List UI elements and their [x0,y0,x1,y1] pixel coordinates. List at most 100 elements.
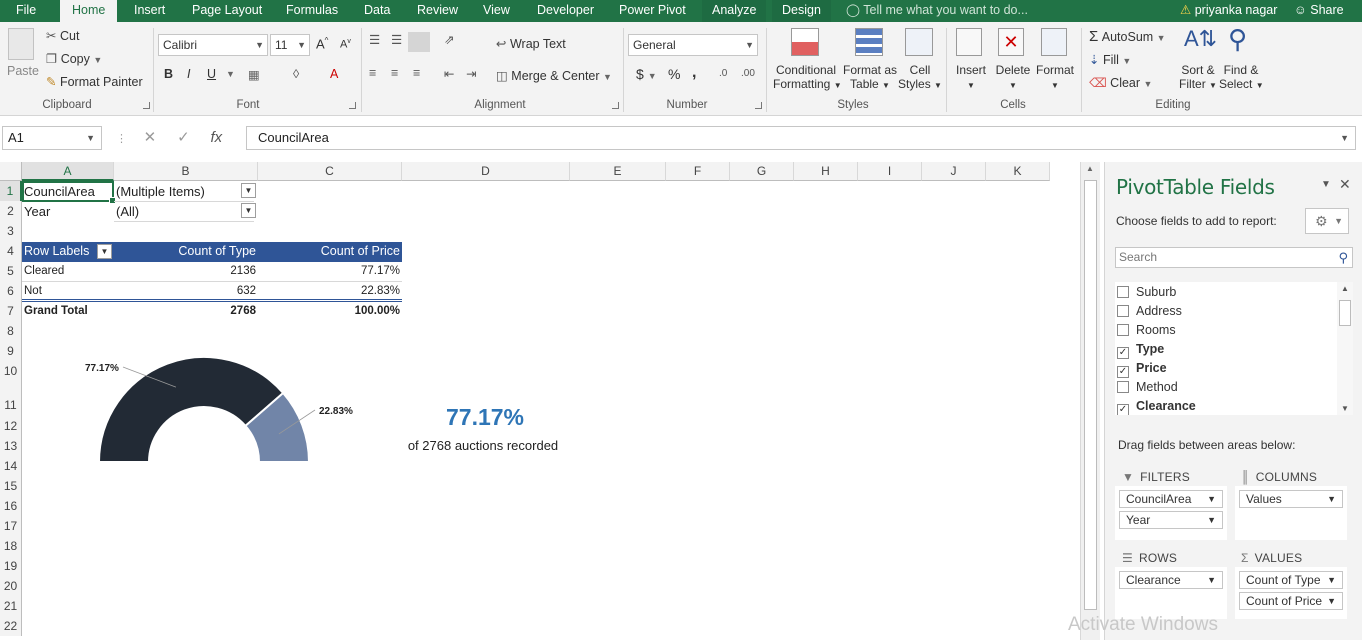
field-item-type[interactable]: ✓ Type [1117,340,1164,359]
increase-indent-icon[interactable]: ⇥ [466,66,476,81]
column-header-h[interactable]: H [794,162,858,181]
row-header-1[interactable]: 1 [0,181,22,201]
wrap-text-button[interactable]: ↩ Wrap Text [496,36,566,51]
share-button[interactable]: ☺ Share [1294,0,1344,20]
cell-b6[interactable]: 632 [114,282,258,302]
worksheet-grid[interactable]: ABCDEFGHIJK 1 2 3 4 5 6 7 8 9 10 11 12 13 14 15 16 17 18 1… [0,162,1080,640]
vertical-scrollbar[interactable]: ▲ [1080,162,1100,640]
cell-a1[interactable]: CouncilArea [22,182,114,202]
underline-dropdown-icon[interactable]: ▼ [226,69,235,79]
tab-view[interactable]: View [483,0,510,22]
alignment-launcher[interactable] [612,102,619,109]
filters-area[interactable]: CouncilArea ▼ Year ▼ [1115,486,1227,540]
scroll-up-icon[interactable]: ▲ [1341,284,1349,293]
row-chip[interactable]: Clearance ▼ [1119,571,1223,589]
currency-button[interactable]: $ ▼ [636,66,657,82]
align-bottom-icon[interactable] [408,32,430,52]
row-header-15[interactable]: 15 [0,476,22,496]
cell-c5[interactable]: 77.17% [258,262,402,282]
scroll-down-icon[interactable]: ▼ [1341,404,1349,413]
column-header-d[interactable]: D [402,162,570,181]
pane-options-icon[interactable]: ▼ [1321,179,1331,190]
checkbox-checked-icon[interactable]: ✓ [1117,366,1129,378]
cell-b5[interactable]: 2136 [114,262,258,282]
cell-a2[interactable]: Year [22,202,114,222]
chevron-down-icon[interactable]: ▼ [1207,512,1216,528]
row-header-2[interactable]: 2 [0,201,22,221]
chevron-down-icon[interactable]: ▼ [1207,572,1216,588]
font-color-icon[interactable]: A [330,67,338,81]
orientation-icon[interactable]: ⇗ [444,32,454,47]
tab-home[interactable]: Home [60,0,118,22]
column-header-i[interactable]: I [858,162,922,181]
cell-b1[interactable]: (Multiple Items) [114,182,254,202]
cell-a6[interactable]: Not [22,282,114,302]
format-cells-button[interactable]: Format ▼ [1035,63,1075,91]
tab-power-pivot[interactable]: Power Pivot [619,0,686,22]
filter-dropdown-icon[interactable]: ▼ [241,203,256,218]
chevron-down-icon[interactable]: ▼ [1207,491,1216,507]
tab-data[interactable]: Data [364,0,390,22]
row-header-22[interactable]: 22 [0,616,22,636]
value-chip[interactable]: Count of Type ▼ [1239,571,1343,589]
row-header-9[interactable]: 9 [0,341,22,361]
row-header-7[interactable]: 7 [0,301,22,321]
field-search-input[interactable]: Search ⚲ [1115,247,1353,268]
italic-button[interactable]: I [187,67,190,81]
column-header-k[interactable]: K [986,162,1050,181]
cancel-icon[interactable]: ✕ [144,129,157,146]
tab-page-layout[interactable]: Page Layout [192,0,262,22]
sort-filter-button[interactable]: Sort & Filter ▼ [1178,63,1218,91]
chart-slice-cleared[interactable] [97,356,285,463]
increase-decimal-icon[interactable]: .0 [719,68,727,79]
scroll-up-icon[interactable]: ▲ [1086,164,1094,173]
column-header-c[interactable]: C [258,162,402,181]
column-header-f[interactable]: F [666,162,730,181]
delete-cells-button[interactable]: Delete ▼ [994,63,1032,91]
field-item-suburb[interactable]: Suburb [1117,283,1176,302]
column-header-g[interactable]: G [730,162,794,181]
column-header-b[interactable]: B [114,162,258,181]
count-of-price-header[interactable]: Count of Price [258,242,402,262]
field-item-price[interactable]: ✓ Price [1117,359,1167,378]
columns-area[interactable]: Values ▼ [1235,486,1347,540]
font-size-dropdown[interactable]: 11 ▼ [270,34,310,56]
row-header-13[interactable]: 13 [0,436,22,456]
row-header-12[interactable]: 12 [0,416,22,436]
row-header-19[interactable]: 19 [0,556,22,576]
tab-review[interactable]: Review [417,0,458,22]
clear-button[interactable]: ⌫ Clear ▼ [1089,75,1152,90]
chevron-down-icon[interactable]: ▼ [1327,572,1336,588]
row-header-10[interactable]: 10 [0,361,22,381]
checkbox-checked-icon[interactable]: ✓ [1117,404,1129,415]
user-account[interactable]: ⚠ priyanka nagar [1180,0,1277,20]
cell-styles-button[interactable]: Cell Styles ▼ [898,63,942,91]
field-item-address[interactable]: Address [1117,302,1182,321]
checkbox-checked-icon[interactable]: ✓ [1117,347,1129,359]
tab-developer[interactable]: Developer [537,0,594,22]
row-header-14[interactable]: 14 [0,456,22,476]
decrease-indent-icon[interactable]: ⇤ [444,66,454,81]
name-box[interactable]: A1 ▼ [2,126,102,150]
half-donut-chart[interactable]: 77.17% 22.83% [60,342,380,472]
row-header-6[interactable]: 6 [0,281,22,301]
align-top-icon[interactable]: ☰ [369,32,380,47]
cell-a7[interactable]: Grand Total [22,302,114,322]
row-header-20[interactable]: 20 [0,576,22,596]
fill-button[interactable]: ⇣ Fill ▼ [1089,52,1131,67]
column-header-j[interactable]: J [922,162,986,181]
filter-chip[interactable]: Year ▼ [1119,511,1223,529]
row-labels-filter-icon[interactable]: ▼ [97,244,112,259]
conditional-formatting-button[interactable]: Conditional Formatting ▼ [773,63,842,91]
column-header-e[interactable]: E [570,162,666,181]
close-icon[interactable]: ✕ [1339,176,1351,193]
filter-funnel-icon[interactable]: ▼ [241,183,256,198]
field-list-scrollbar[interactable]: ▲ ▼ [1337,282,1353,415]
checkbox-icon[interactable] [1117,305,1129,317]
fill-color-icon[interactable]: ◊ [293,67,299,81]
scroll-thumb[interactable] [1339,300,1351,326]
underline-button[interactable]: U [207,67,216,81]
rows-area[interactable]: Clearance ▼ [1115,567,1227,619]
decrease-decimal-icon[interactable]: .00 [741,68,755,79]
row-header-17[interactable]: 17 [0,516,22,536]
